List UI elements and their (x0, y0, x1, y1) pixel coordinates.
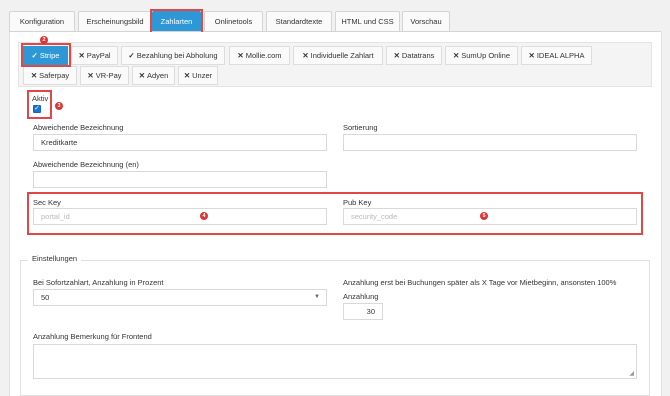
anzahlung-prozent-value: 50 (41, 293, 50, 302)
payment-tab-label: Saferpay (39, 71, 70, 80)
anzahlung-prozent-label: Bei Sofortzahlart, Anzahlung in Prozent (33, 278, 164, 287)
resize-handle-icon[interactable]: ◢ (629, 370, 634, 377)
highlight-stripe (21, 43, 71, 67)
cross-icon: ✕ (87, 71, 94, 80)
payment-tab-label: Individuelle Zahlart (310, 51, 374, 60)
cross-icon: ✕ (138, 71, 145, 80)
tab-konfiguration[interactable]: Konfiguration (9, 11, 75, 31)
settings-legend: Einstellungen (28, 254, 82, 263)
badge-3: 3 (55, 102, 63, 110)
aktiv-label: Aktiv (32, 94, 49, 103)
anzahlung-tage-input[interactable]: 30 (343, 303, 383, 320)
payment-tab-individuelle-zahlart[interactable]: ✕ Individuelle Zahlart (293, 46, 383, 65)
sec-key-label: Sec Key (33, 198, 61, 207)
cross-icon: ✕ (452, 51, 460, 60)
sortierung-label: Sortierung (343, 123, 378, 132)
check-icon: ✓ (128, 51, 135, 60)
payment-tab-label: PayPal (86, 51, 111, 60)
anzahlung-tage-sublabel: Anzahlung (343, 292, 379, 301)
payment-tab-label: Mollie.com (245, 51, 282, 60)
sortierung-input[interactable] (343, 134, 637, 151)
cross-icon: ✕ (237, 51, 244, 60)
payment-tab-sumup-online[interactable]: ✕ SumUp Online (445, 46, 518, 65)
badge-5: 5 (480, 212, 488, 220)
payment-tab-label: SumUp Online (461, 51, 511, 60)
anzahlung-tage-label: Anzahlung erst bei Buchungen später als … (343, 278, 617, 287)
abw-bezeichnung-en-label: Abweichende Bezeichnung (en) (33, 160, 139, 169)
payment-tab-ideal-alpha[interactable]: ✕ IDEAL ALPHA (521, 46, 592, 65)
payment-tab-adyen[interactable]: ✕ Adyen (132, 66, 175, 85)
cross-icon: ✕ (183, 71, 191, 80)
payment-tab-bezahlung-bei-abholung[interactable]: ✓ Bezahlung bei Abholung (121, 46, 225, 65)
tab-onlinetools[interactable]: Onlinetools (204, 11, 263, 31)
payment-tab-label: Adyen (147, 71, 169, 80)
badge-4: 4 (200, 212, 208, 220)
pub-key-input[interactable]: security_code (343, 208, 637, 225)
payment-tab-label: Bezahlung bei Abholung (136, 51, 218, 60)
sec-key-input[interactable]: portal_id (33, 208, 327, 225)
payment-tab-label: IDEAL ALPHA (536, 51, 585, 60)
cross-icon: ✕ (30, 71, 38, 80)
abw-bezeichnung-input[interactable]: Kreditkarte (33, 134, 327, 151)
payment-tab-label: Datatrans (401, 51, 435, 60)
cross-icon: ✕ (393, 51, 400, 60)
payment-tab-vr-pay[interactable]: ✕ VR-Pay (80, 66, 129, 85)
anzahlung-prozent-select[interactable]: 50 ▼ (33, 289, 327, 306)
abw-bezeichnung-label: Abweichende Bezeichnung (33, 123, 124, 132)
tab-html-und-css[interactable]: HTML und CSS (335, 11, 400, 31)
payment-tab-paypal[interactable]: ✕ PayPal (71, 46, 118, 65)
payment-tab-datatrans[interactable]: ✕ Datatrans (386, 46, 442, 65)
tab-vorschau[interactable]: Vorschau (402, 11, 450, 31)
cross-icon: ✕ (528, 51, 535, 60)
payment-tab-label: VR-Pay (95, 71, 122, 80)
cross-icon: ✕ (302, 51, 309, 60)
badge-2: 2 (40, 36, 48, 44)
highlight-zahlarten (150, 9, 203, 34)
anzahlung-bemerkung-label: Anzahlung Bemerkung für Frontend (33, 332, 152, 341)
tab-standardtexte[interactable]: Standardtexte (266, 11, 332, 31)
cross-icon: ✕ (78, 51, 85, 60)
pub-key-label: Pub Key (343, 198, 372, 207)
tab-erscheinungsbild[interactable]: Erscheinungsbild (78, 11, 152, 31)
anzahlung-bemerkung-textarea[interactable]: ◢ (33, 344, 637, 379)
chevron-down-icon: ▼ (314, 294, 320, 300)
aktiv-checkbox[interactable]: ✓ (33, 105, 41, 113)
payment-tab-unzer[interactable]: ✕ Unzer (178, 66, 218, 85)
abw-bezeichnung-en-input[interactable] (33, 171, 327, 188)
payment-tab-mollie[interactable]: ✕ Mollie.com (229, 46, 290, 65)
payment-tab-saferpay[interactable]: ✕ Saferpay (23, 66, 77, 85)
payment-tab-label: Unzer (192, 71, 213, 80)
